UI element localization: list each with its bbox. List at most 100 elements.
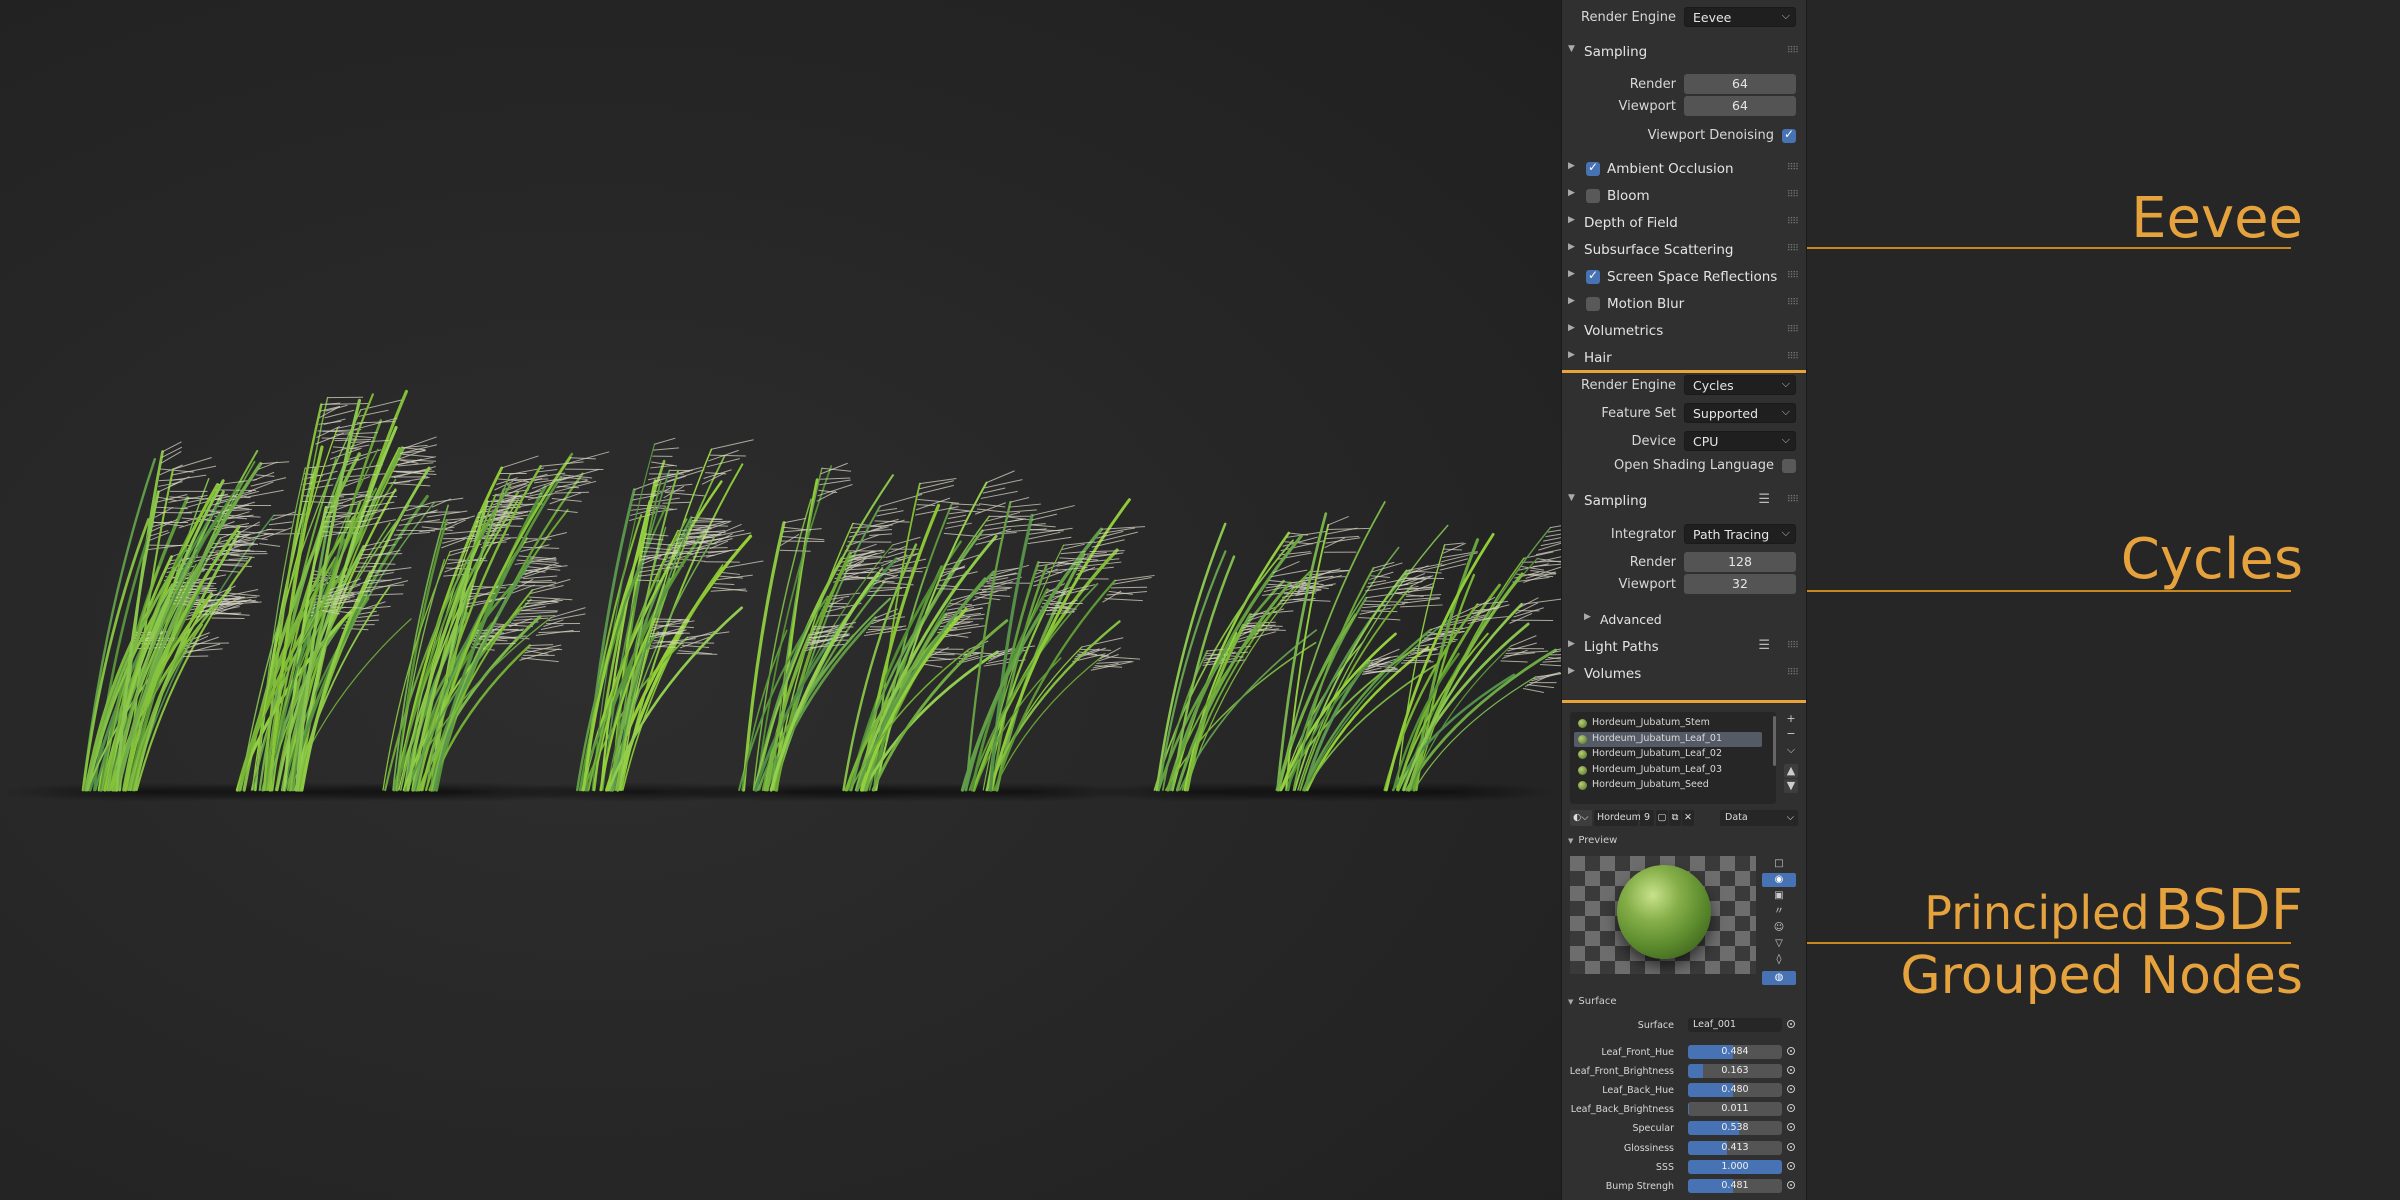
material-name-field[interactable]: Hordeum... <box>1594 810 1650 826</box>
material-slot-list[interactable]: Hordeum_Jubatum_Stem Hordeum_Jubatum_Leaf… <box>1570 712 1776 804</box>
light-paths-header[interactable]: ▶ Light Paths ☰ ⠿⠿ <box>1562 635 1806 659</box>
drag-grip-icon[interactable]: ⠿⠿ <box>1787 190 1799 200</box>
drag-grip-icon[interactable]: ⠿⠿ <box>1787 271 1799 281</box>
viewport-denoising-checkbox[interactable] <box>1782 127 1796 143</box>
param-slider[interactable]: 1.000 <box>1688 1159 1782 1174</box>
socket-icon[interactable] <box>1787 1180 1795 1189</box>
drag-grip-icon[interactable]: ⠿⠿ <box>1787 244 1799 254</box>
duplicate-icon[interactable]: ⧉ <box>1669 810 1681 826</box>
move-up-icon[interactable]: ▲ <box>1784 764 1798 778</box>
drag-grip-icon[interactable]: ⠿⠿ <box>1787 668 1799 678</box>
flat-preview-icon[interactable]: □ <box>1762 857 1796 871</box>
drag-grip-icon[interactable]: ⠿⠿ <box>1787 163 1799 173</box>
drag-grip-icon[interactable]: ⠿⠿ <box>1787 641 1799 651</box>
socket-icon[interactable] <box>1787 1066 1795 1075</box>
section-divider <box>1562 370 1806 373</box>
osl-checkbox[interactable] <box>1782 459 1796 473</box>
viewport-samples-field[interactable]: 32 <box>1684 574 1796 594</box>
world-icon[interactable]: ◍ <box>1762 971 1796 985</box>
socket-icon[interactable] <box>1787 1085 1795 1094</box>
render-samples-field[interactable]: 128 <box>1684 552 1796 572</box>
minus-icon[interactable]: − <box>1784 727 1798 741</box>
link-dropdown[interactable]: Data ⌵ <box>1720 810 1798 826</box>
fake-user-icon[interactable]: ▢ <box>1656 810 1668 826</box>
param-slider[interactable]: 0.481 <box>1688 1178 1782 1193</box>
cube-preview-icon[interactable]: ▣ <box>1762 889 1796 903</box>
subpanel-ambient-occlusion[interactable]: ▶ Ambient Occlusion ⠿⠿ <box>1562 157 1806 181</box>
sphere-icon[interactable]: ◐⌵ <box>1570 810 1592 826</box>
socket-icon[interactable] <box>1787 1047 1795 1055</box>
socket-icon[interactable] <box>1787 1020 1795 1028</box>
enable-checkbox[interactable] <box>1586 297 1600 311</box>
socket-icon[interactable] <box>1787 1123 1795 1132</box>
chevron-down-icon: ⌵ <box>1781 405 1790 418</box>
render-samples-field[interactable]: 64 <box>1684 74 1796 94</box>
param-slider[interactable]: 0.011 <box>1688 1102 1782 1117</box>
subpanel-volumetrics[interactable]: ▶ Volumetrics ⠿⠿ <box>1562 319 1806 343</box>
param-slider[interactable]: 0.413 <box>1688 1140 1782 1155</box>
param-slider[interactable]: 0.480 <box>1688 1083 1782 1098</box>
grass-awn <box>684 547 728 549</box>
grass-awn <box>1364 600 1409 603</box>
feature-set-dropdown[interactable]: Supported ⌵ <box>1684 403 1796 423</box>
list-icon[interactable]: ☰ <box>1758 638 1770 653</box>
param-slider[interactable]: 0.484 <box>1688 1045 1782 1059</box>
viewport-samples-field[interactable]: 64 <box>1684 96 1796 116</box>
material-slot-item[interactable]: Hordeum_Jubatum_Leaf_01 <box>1574 731 1762 747</box>
cloth-preview-icon[interactable]: ▽ <box>1762 937 1796 951</box>
subpanel-screen-space-reflections[interactable]: ▶ Screen Space Reflections ⠿⠿ <box>1562 265 1806 289</box>
param-slider[interactable]: 0.163 <box>1688 1064 1782 1079</box>
hair-preview-icon[interactable]: 〃 <box>1762 905 1796 919</box>
properties-panel: Render Engine Eevee ⌵ ▼ Sampling ⠿⠿ Rend… <box>1561 0 1807 1200</box>
param-label: SSS <box>1655 1161 1674 1173</box>
grass-awn <box>259 543 281 547</box>
enable-checkbox[interactable] <box>1586 268 1600 284</box>
list-scrollbar[interactable] <box>1773 716 1776 766</box>
advanced-subpanel-header[interactable]: ▶ Advanced <box>1562 608 1806 632</box>
preview-header[interactable]: ▼ Preview <box>1568 835 1617 846</box>
osl-row: Open Shading Language <box>1562 456 1806 478</box>
subpanel-motion-blur[interactable]: ▶ Motion Blur ⠿⠿ <box>1562 292 1806 316</box>
render-engine-dropdown[interactable]: Eevee ⌵ <box>1684 7 1796 27</box>
render-engine-dropdown[interactable]: Cycles ⌵ <box>1684 375 1796 395</box>
sphere-preview-icon[interactable]: ◉ <box>1762 873 1796 887</box>
plus-icon[interactable]: + <box>1784 712 1798 726</box>
material-slot-item[interactable]: Hordeum_Jubatum_Stem <box>1574 716 1762 731</box>
volumes-header[interactable]: ▶ Volumes ⠿⠿ <box>1562 662 1806 686</box>
eevee-sampling-header[interactable]: ▼ Sampling ⠿⠿ <box>1562 40 1806 64</box>
enable-checkbox[interactable] <box>1586 160 1600 176</box>
monkey-preview-icon[interactable]: ☺ <box>1762 921 1796 935</box>
drag-grip-icon[interactable]: ⠿⠿ <box>1787 46 1799 56</box>
subpanel-hair[interactable]: ▶ Hair ⠿⠿ <box>1562 346 1806 370</box>
subpanel-bloom[interactable]: ▶ Bloom ⠿⠿ <box>1562 184 1806 208</box>
grass-awn <box>876 510 904 517</box>
device-dropdown[interactable]: CPU ⌵ <box>1684 431 1796 451</box>
list-icon[interactable]: ☰ <box>1758 492 1770 507</box>
fluid-preview-icon[interactable]: ◊ <box>1762 953 1796 967</box>
material-slot-item[interactable]: Hordeum_Jubatum_Leaf_03 <box>1574 763 1762 778</box>
drag-grip-icon[interactable]: ⠿⠿ <box>1787 352 1799 362</box>
drag-grip-icon[interactable]: ⠿⠿ <box>1787 325 1799 335</box>
drag-grip-icon[interactable]: ⠿⠿ <box>1787 217 1799 227</box>
material-slot-item[interactable]: Hordeum_Jubatum_Leaf_02 <box>1574 747 1762 762</box>
subpanel-subsurface-scattering[interactable]: ▶ Subsurface Scattering ⠿⠿ <box>1562 238 1806 262</box>
surface-section-header[interactable]: ▼ Surface <box>1568 996 1617 1007</box>
surface-shader-field[interactable]: Leaf_001 <box>1688 1018 1782 1032</box>
material-slot-item[interactable]: Hordeum_Jubatum_Seed <box>1574 778 1762 793</box>
cycles-sampling-header[interactable]: ▼ Sampling ☰ ⠿⠿ <box>1562 489 1806 513</box>
socket-icon[interactable] <box>1787 1161 1795 1170</box>
enable-checkbox[interactable] <box>1586 189 1600 203</box>
users-count[interactable]: 9 <box>1640 810 1654 826</box>
drag-grip-icon[interactable]: ⠿⠿ <box>1787 298 1799 308</box>
grass-awn <box>389 481 411 484</box>
drag-grip-icon[interactable]: ⠿⠿ <box>1787 495 1799 505</box>
socket-icon[interactable] <box>1787 1104 1795 1113</box>
integrator-dropdown[interactable]: Path Tracing ⌵ <box>1684 524 1796 544</box>
close-icon[interactable]: ✕ <box>1682 810 1694 826</box>
socket-icon[interactable] <box>1787 1142 1795 1151</box>
grass-awn <box>687 631 730 639</box>
param-slider[interactable]: 0.538 <box>1688 1121 1782 1136</box>
chevron-down-icon[interactable]: ⌵ <box>1784 743 1798 757</box>
subpanel-depth-of-field[interactable]: ▶ Depth of Field ⠿⠿ <box>1562 211 1806 235</box>
move-down-icon[interactable]: ▼ <box>1784 779 1798 793</box>
